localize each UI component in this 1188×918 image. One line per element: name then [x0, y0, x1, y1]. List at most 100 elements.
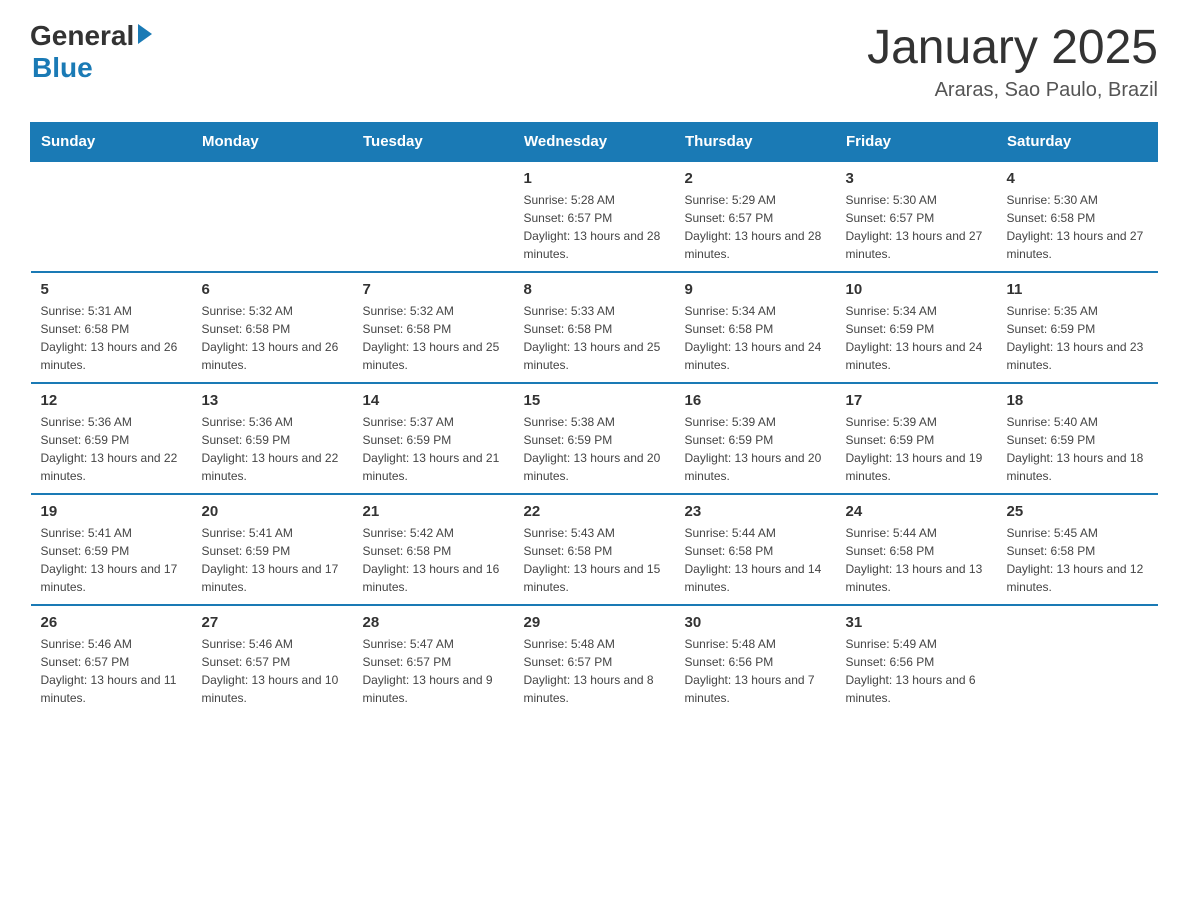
day-number: 10 [846, 281, 987, 298]
day-number: 1 [524, 170, 665, 187]
day-number: 22 [524, 503, 665, 520]
day-number: 21 [363, 503, 504, 520]
day-number: 9 [685, 281, 826, 298]
calendar-cell: 25Sunrise: 5:45 AMSunset: 6:58 PMDayligh… [997, 494, 1158, 605]
day-number: 16 [685, 392, 826, 409]
day-info: Sunrise: 5:31 AMSunset: 6:58 PMDaylight:… [41, 302, 182, 374]
calendar-header-saturday: Saturday [997, 123, 1158, 162]
logo-arrow-icon [138, 24, 152, 44]
calendar-cell: 7Sunrise: 5:32 AMSunset: 6:58 PMDaylight… [353, 272, 514, 383]
day-info: Sunrise: 5:36 AMSunset: 6:59 PMDaylight:… [202, 413, 343, 485]
day-info: Sunrise: 5:49 AMSunset: 6:56 PMDaylight:… [846, 635, 987, 707]
day-info: Sunrise: 5:39 AMSunset: 6:59 PMDaylight:… [846, 413, 987, 485]
calendar-cell: 23 Sunrise: 5:44 AMSunset: 6:58 PMDayligh… [675, 494, 836, 605]
day-info: Sunrise: 5:35 AMSunset: 6:59 PMDaylight:… [1007, 302, 1148, 374]
calendar-cell: 14Sunrise: 5:37 AMSunset: 6:59 PMDayligh… [353, 383, 514, 494]
day-number: 4 [1007, 170, 1148, 187]
calendar-cell: 16 Sunrise: 5:39 AMSunset: 6:59 PMDayligh… [675, 383, 836, 494]
day-number: 5 [41, 281, 182, 298]
calendar-cell: 13 Sunrise: 5:36 AMSunset: 6:59 PMDayligh… [192, 383, 353, 494]
calendar-cell: 18Sunrise: 5:40 AMSunset: 6:59 PMDayligh… [997, 383, 1158, 494]
day-info: Sunrise: 5:32 AMSunset: 6:58 PMDaylight:… [202, 302, 343, 374]
calendar-week-row: 26 Sunrise: 5:46 AMSunset: 6:57 PMDayligh… [31, 605, 1158, 715]
calendar-cell: 31 Sunrise: 5:49 AMSunset: 6:56 PMDayligh… [836, 605, 997, 715]
day-info: Sunrise: 5:34 AMSunset: 6:58 PMDaylight:… [685, 302, 826, 374]
day-number: 20 [202, 503, 343, 520]
day-info: Sunrise: 5:45 AMSunset: 6:58 PMDaylight:… [1007, 524, 1148, 596]
logo-blue-text: Blue [32, 52, 93, 84]
calendar-cell: 29 Sunrise: 5:48 AMSunset: 6:57 PMDayligh… [514, 605, 675, 715]
day-number: 23 [685, 503, 826, 520]
day-number: 12 [41, 392, 182, 409]
day-number: 14 [363, 392, 504, 409]
calendar-cell: 2 Sunrise: 5:29 AMSunset: 6:57 PMDaylight… [675, 161, 836, 272]
calendar-cell: 30 Sunrise: 5:48 AMSunset: 6:56 PMDayligh… [675, 605, 836, 715]
calendar-cell: 15 Sunrise: 5:38 AMSunset: 6:59 PMDayligh… [514, 383, 675, 494]
calendar-header-tuesday: Tuesday [353, 123, 514, 162]
day-info: Sunrise: 5:38 AMSunset: 6:59 PMDaylight:… [524, 413, 665, 485]
day-number: 3 [846, 170, 987, 187]
day-number: 26 [41, 614, 182, 631]
day-info: Sunrise: 5:40 AMSunset: 6:59 PMDaylight:… [1007, 413, 1148, 485]
day-number: 19 [41, 503, 182, 520]
day-number: 24 [846, 503, 987, 520]
day-number: 6 [202, 281, 343, 298]
day-info: Sunrise: 5:47 AMSunset: 6:57 PMDaylight:… [363, 635, 504, 707]
day-info: Sunrise: 5:44 AMSunset: 6:58 PMDaylight:… [685, 524, 826, 596]
calendar-week-row: 19 Sunrise: 5:41 AMSunset: 6:59 PMDayligh… [31, 494, 1158, 605]
calendar-week-row: 12 Sunrise: 5:36 AMSunset: 6:59 PMDayligh… [31, 383, 1158, 494]
day-number: 27 [202, 614, 343, 631]
day-number: 13 [202, 392, 343, 409]
calendar-cell [192, 161, 353, 272]
day-number: 2 [685, 170, 826, 187]
calendar-cell: 22 Sunrise: 5:43 AMSunset: 6:58 PMDayligh… [514, 494, 675, 605]
calendar-cell: 19Sunrise: 5:41 AMSunset: 6:59 PMDayligh… [31, 494, 192, 605]
day-info: Sunrise: 5:46 AMSunset: 6:57 PMDaylight:… [41, 635, 182, 707]
day-number: 28 [363, 614, 504, 631]
day-number: 15 [524, 392, 665, 409]
logo-general-text: General [30, 20, 134, 52]
day-info: Sunrise: 5:44 AMSunset: 6:58 PMDaylight:… [846, 524, 987, 596]
calendar-cell: 10Sunrise: 5:34 AMSunset: 6:59 PMDayligh… [836, 272, 997, 383]
day-info: Sunrise: 5:41 AMSunset: 6:59 PMDaylight:… [202, 524, 343, 596]
calendar-cell [353, 161, 514, 272]
calendar-header-sunday: Sunday [31, 123, 192, 162]
calendar-cell: 26 Sunrise: 5:46 AMSunset: 6:57 PMDayligh… [31, 605, 192, 715]
calendar-cell: 24 Sunrise: 5:44 AMSunset: 6:58 PMDayligh… [836, 494, 997, 605]
calendar-header-monday: Monday [192, 123, 353, 162]
day-info: Sunrise: 5:30 AMSunset: 6:58 PMDaylight:… [1007, 191, 1148, 263]
header: General Blue January 2025 Araras, Sao Pa… [30, 20, 1158, 102]
calendar-cell: 8Sunrise: 5:33 AMSunset: 6:58 PMDaylight… [514, 272, 675, 383]
day-info: Sunrise: 5:48 AMSunset: 6:57 PMDaylight:… [524, 635, 665, 707]
day-info: Sunrise: 5:42 AMSunset: 6:58 PMDaylight:… [363, 524, 504, 596]
day-number: 17 [846, 392, 987, 409]
calendar-cell: 28 Sunrise: 5:47 AMSunset: 6:57 PMDayligh… [353, 605, 514, 715]
calendar-cell: 4 Sunrise: 5:30 AMSunset: 6:58 PMDaylight… [997, 161, 1158, 272]
day-info: Sunrise: 5:29 AMSunset: 6:57 PMDaylight:… [685, 191, 826, 263]
day-info: Sunrise: 5:30 AMSunset: 6:57 PMDaylight:… [846, 191, 987, 263]
day-number: 30 [685, 614, 826, 631]
day-info: Sunrise: 5:48 AMSunset: 6:56 PMDaylight:… [685, 635, 826, 707]
logo: General Blue [30, 20, 152, 84]
calendar-cell: 1 Sunrise: 5:28 AMSunset: 6:57 PMDaylight… [514, 161, 675, 272]
calendar-header-thursday: Thursday [675, 123, 836, 162]
calendar-cell: 17 Sunrise: 5:39 AMSunset: 6:59 PMDayligh… [836, 383, 997, 494]
day-info: Sunrise: 5:39 AMSunset: 6:59 PMDaylight:… [685, 413, 826, 485]
calendar-cell: 9 Sunrise: 5:34 AMSunset: 6:58 PMDaylight… [675, 272, 836, 383]
day-info: Sunrise: 5:46 AMSunset: 6:57 PMDaylight:… [202, 635, 343, 707]
calendar-table: SundayMondayTuesdayWednesdayThursdayFrid… [30, 122, 1158, 715]
day-number: 31 [846, 614, 987, 631]
calendar-cell: 20 Sunrise: 5:41 AMSunset: 6:59 PMDayligh… [192, 494, 353, 605]
day-number: 29 [524, 614, 665, 631]
calendar-cell: 3 Sunrise: 5:30 AMSunset: 6:57 PMDaylight… [836, 161, 997, 272]
day-info: Sunrise: 5:43 AMSunset: 6:58 PMDaylight:… [524, 524, 665, 596]
day-info: Sunrise: 5:28 AMSunset: 6:57 PMDaylight:… [524, 191, 665, 263]
calendar-subtitle: Araras, Sao Paulo, Brazil [867, 79, 1158, 102]
calendar-cell: 12Sunrise: 5:36 AMSunset: 6:59 PMDayligh… [31, 383, 192, 494]
calendar-cell [997, 605, 1158, 715]
title-section: January 2025 Araras, Sao Paulo, Brazil [867, 20, 1158, 102]
calendar-week-row: 5 Sunrise: 5:31 AMSunset: 6:58 PMDaylight… [31, 272, 1158, 383]
day-info: Sunrise: 5:33 AMSunset: 6:58 PMDaylight:… [524, 302, 665, 374]
calendar-cell: 5 Sunrise: 5:31 AMSunset: 6:58 PMDaylight… [31, 272, 192, 383]
calendar-cell [31, 161, 192, 272]
